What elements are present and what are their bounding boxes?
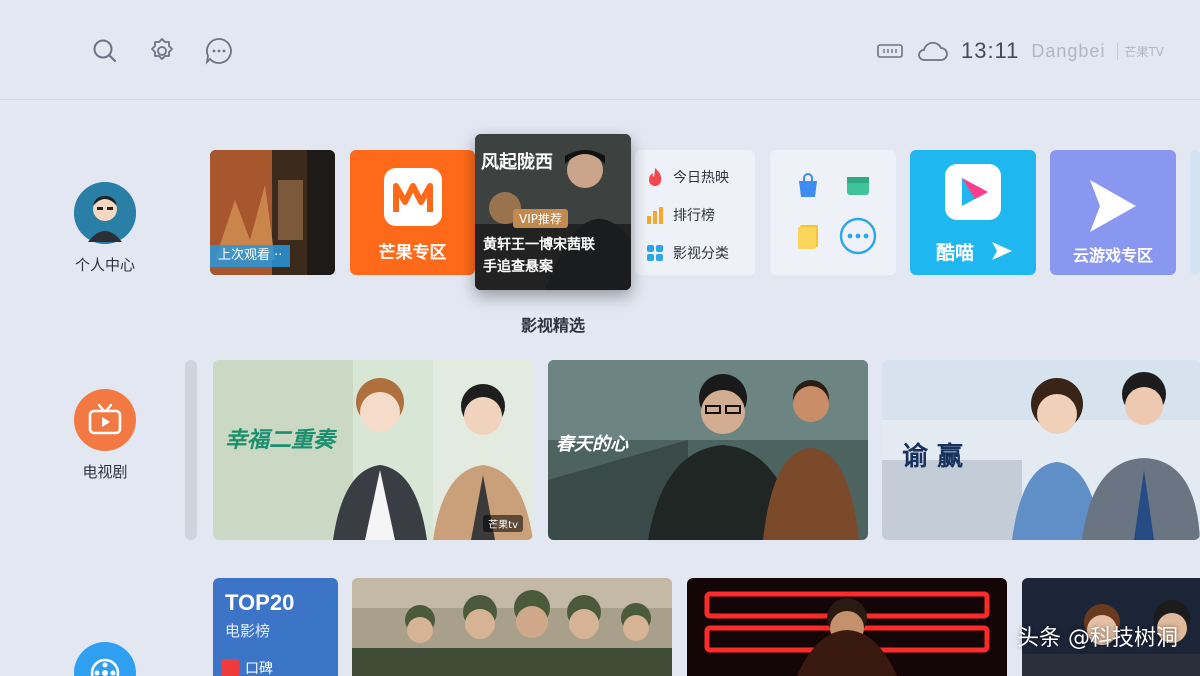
drama-title-art: 幸福二重奏 [225,427,336,453]
quick-link-rank[interactable]: 排行榜 [645,196,745,234]
cloud-game-tile[interactable]: 云游戏专区 [1050,150,1176,275]
nav-label: 电视剧 [82,463,128,481]
brand-logo: Dangbei [1031,40,1106,61]
files-app-icon[interactable] [844,172,872,204]
recent-label: 上次观看 ·· [210,245,291,267]
quick-links: 今日热映 排行榜 影视分类 [635,150,755,275]
more-apps-icon[interactable] [838,216,878,260]
nav-item-profile[interactable]: 个人中心 [0,182,210,275]
top20-subtitle: 电影榜 [225,622,271,640]
drama-card[interactable]: 谕 赢 [882,360,1200,540]
play-icon [990,240,1014,266]
vip-badge: VIP推荐 [513,209,568,228]
grid-icon [645,243,665,263]
nav-item-movies[interactable] [0,642,210,676]
top20-card[interactable]: TOP20 电影榜 口碑 [213,578,338,676]
quick-link-category[interactable]: 影视分类 [645,234,745,272]
notes-app-icon[interactable] [794,222,822,254]
movie-card[interactable] [352,578,672,676]
app-shortcuts [770,150,896,275]
drama-card[interactable]: 春天的心 [548,360,868,540]
top-bar: 13:11 Dangbei 芒果TV [0,0,1200,100]
bar-chart-icon [645,205,665,225]
drama-card[interactable]: 幸福二重奏 芒果tv [213,360,533,540]
mango-label: 芒果专区 [378,243,447,263]
movie-card[interactable] [687,578,1007,676]
drama-title-art: 春天的心 [556,434,628,455]
kumiao-tile[interactable]: 酷喵 [910,150,1036,275]
top20-title: TOP20 [225,590,295,615]
featured-line2: 手追查悬案 [483,259,553,275]
prev-card-peek [185,360,197,540]
cloud-icon[interactable] [915,39,949,63]
gear-icon[interactable] [147,36,177,66]
avatar [74,182,136,244]
flame-icon [645,167,665,187]
featured-line1: 黄轩王一博宋茜联 [483,237,595,253]
rank-icon [221,659,239,676]
top20-tag: 口碑 [221,658,273,676]
quick-link-hot[interactable]: 今日热映 [645,158,745,196]
cloud-game-label: 云游戏专区 [1072,246,1153,265]
store-app-icon[interactable] [794,172,822,204]
next-tile-peek[interactable] [1190,150,1200,275]
nav-label: 个人中心 [74,256,135,274]
film-icon [74,642,136,676]
clock: 13:11 [960,38,1020,63]
search-icon[interactable] [90,36,120,66]
status-area: 13:11 Dangbei 芒果TV [877,34,1164,68]
ethernet-icon [877,42,903,60]
mango-zone-tile[interactable]: 芒果专区 [350,150,475,275]
featured-title-art: 风起陇西 [481,152,553,173]
partner-logo: 芒果TV [1117,42,1164,60]
recently-watched-tile[interactable]: 上次观看 ·· [210,150,335,275]
mango-watermark: 芒果tv [483,515,523,532]
tv-icon [74,389,136,451]
message-icon[interactable] [204,36,234,66]
kumiao-label: 酷喵 [936,242,975,264]
featured-tile[interactable]: 风起陇西 VIP推荐 黄轩王一博宋茜联 手追查悬案 [475,134,631,290]
drama-title-art: 谕 赢 [902,442,964,472]
watermark: 头条 @科技树洞 [1017,626,1178,651]
featured-caption: 影视精选 [520,316,585,335]
nav-item-tv-series[interactable]: 电视剧 [0,389,210,482]
